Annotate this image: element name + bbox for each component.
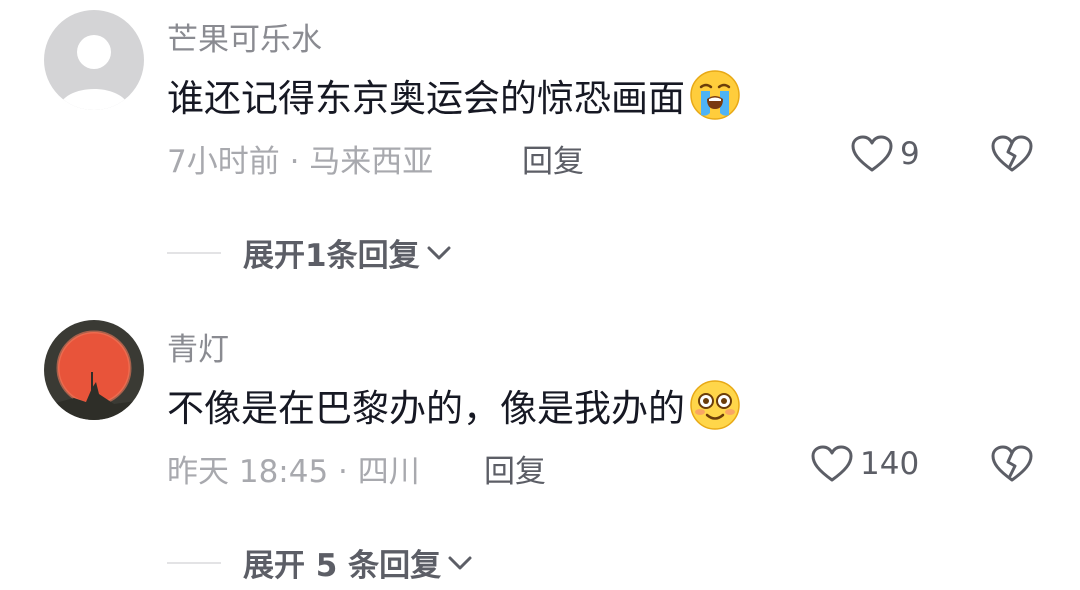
- chevron-down-icon: [447, 554, 473, 572]
- reply-button[interactable]: 回复: [522, 136, 584, 181]
- sunset-avatar-icon: [44, 320, 144, 420]
- broken-heart-icon[interactable]: [990, 134, 1034, 174]
- reply-button[interactable]: 回复: [484, 446, 546, 491]
- comment-text-row: 不像是在巴黎办的，像是我办的: [167, 378, 741, 432]
- divider-line: [167, 561, 221, 564]
- heart-outline-icon: [810, 444, 854, 484]
- comment-text: 不像是在巴黎办的，像是我办的: [167, 387, 685, 430]
- comment-time-location: 昨天 18:45 · 四川: [167, 454, 420, 490]
- expand-replies-label: 展开 5 条回复: [243, 548, 442, 584]
- expand-replies-label: 展开1条回复: [243, 238, 420, 274]
- expand-replies-button[interactable]: 展开 5 条回复: [167, 540, 473, 585]
- comment-text-row: 谁还记得东京奥运会的惊恐画面: [167, 68, 741, 122]
- flushed-smile-emoji-icon: [689, 379, 741, 431]
- username[interactable]: 青灯: [167, 324, 229, 369]
- divider-line: [167, 251, 221, 254]
- broken-heart-icon[interactable]: [990, 444, 1034, 484]
- expand-replies-button[interactable]: 展开1条回复: [167, 230, 452, 275]
- avatar[interactable]: [44, 320, 144, 420]
- comment-item: 青灯 不像是在巴黎办的，像是我办的 昨天 18:45 · 四川 回复 140 展…: [0, 310, 1080, 590]
- default-avatar-icon: [44, 10, 144, 110]
- like-count: 140: [860, 446, 920, 482]
- loudly-crying-emoji-icon: [689, 69, 741, 121]
- comment-item: 芒果可乐水 谁还记得东京奥运会的惊恐画面 7小时前 · 马来西亚 回复 9 展开…: [0, 0, 1080, 300]
- avatar[interactable]: [44, 10, 144, 110]
- comment-time-location: 7小时前 · 马来西亚: [167, 144, 434, 180]
- heart-outline-icon: [850, 134, 894, 174]
- username[interactable]: 芒果可乐水: [167, 14, 322, 59]
- chevron-down-icon: [426, 244, 452, 262]
- like-button[interactable]: 9: [850, 134, 920, 174]
- like-button[interactable]: 140: [810, 444, 919, 484]
- like-count: 9: [900, 136, 920, 172]
- comment-text: 谁还记得东京奥运会的惊恐画面: [167, 77, 685, 120]
